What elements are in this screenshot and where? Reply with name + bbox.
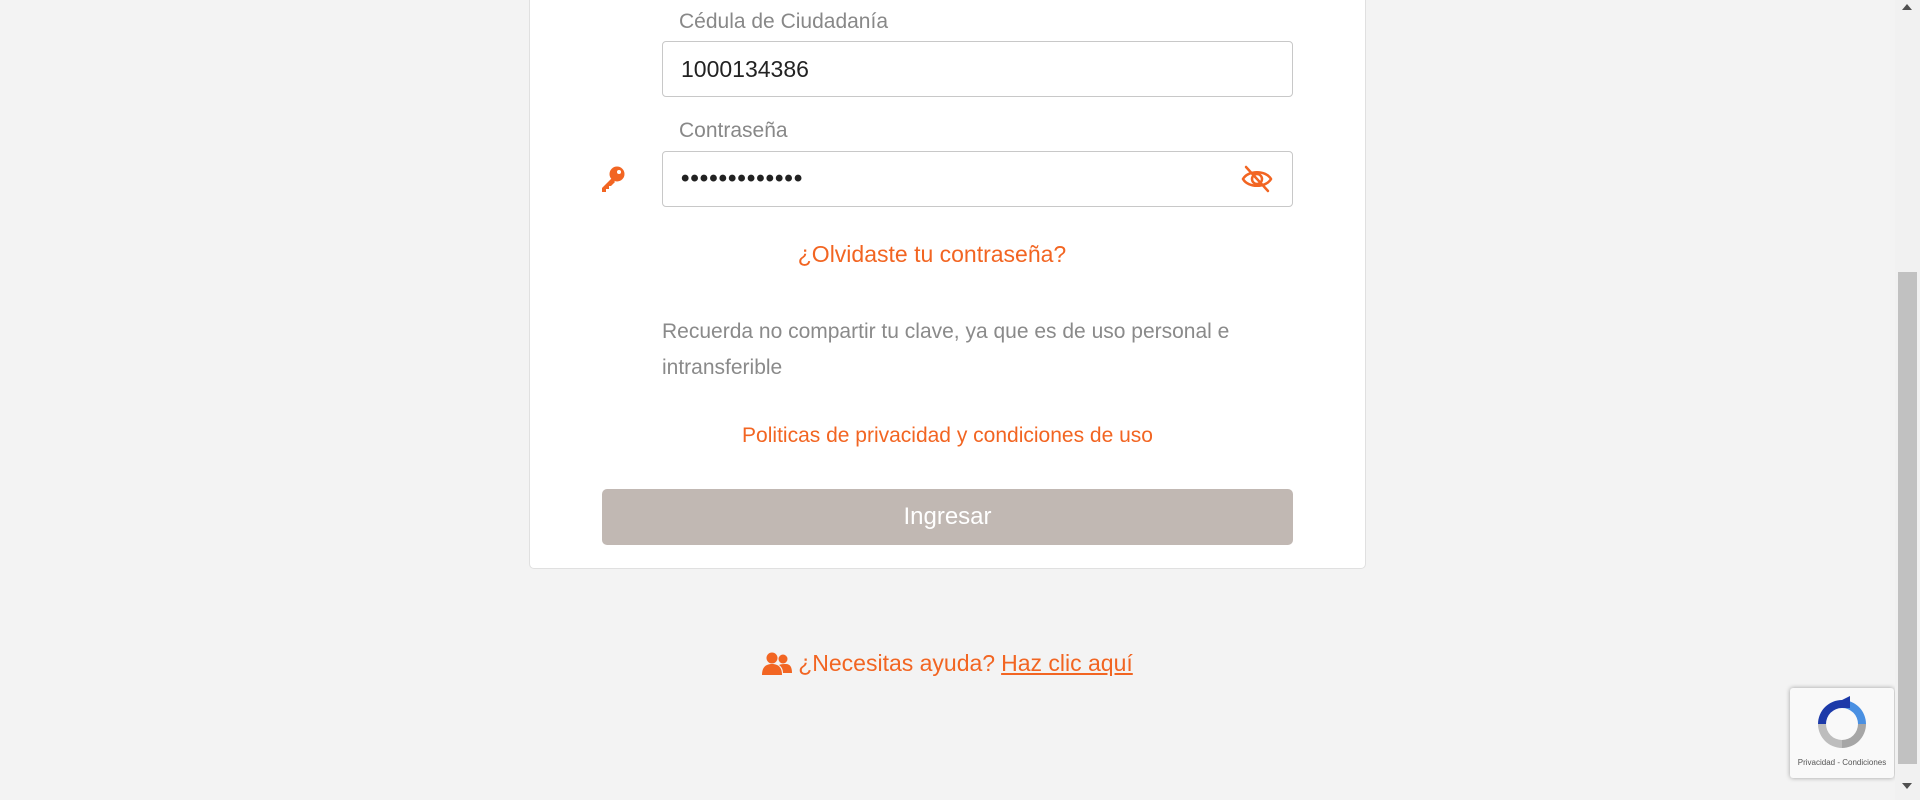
id-input-value: 1000134386 <box>681 55 809 82</box>
recaptcha-terms[interactable]: Privacidad - Condiciones <box>1790 758 1894 767</box>
scroll-up-icon[interactable] <box>1902 4 1912 10</box>
key-icon <box>602 166 625 192</box>
privacy-policy-link[interactable]: Politicas de privacidad y condiciones de… <box>602 424 1293 448</box>
password-input[interactable]: ••••••••••••• <box>662 151 1293 207</box>
scroll-thumb[interactable] <box>1898 272 1917 764</box>
users-icon <box>762 652 793 675</box>
scrollbar[interactable] <box>1895 0 1920 800</box>
help-prompt: ¿Necesitas ayuda? <box>798 650 996 676</box>
help-link[interactable]: Haz clic aquí <box>1001 650 1133 677</box>
recaptcha-logo-icon <box>1818 696 1866 748</box>
id-input[interactable]: 1000134386 <box>662 41 1293 97</box>
id-label: Cédula de Ciudadanía <box>679 10 888 33</box>
password-label: Contraseña <box>679 119 788 142</box>
help-row: ¿Necesitas ayuda? Haz clic aquí <box>0 650 1895 677</box>
security-notice: Recuerda no compartir tu clave, ya que e… <box>662 320 1230 379</box>
forgot-password-link[interactable]: ¿Olvidaste tu contraseña? <box>662 241 1202 268</box>
recaptcha-badge[interactable]: Privacidad - Condiciones <box>1790 688 1894 778</box>
login-button[interactable]: Ingresar <box>602 489 1293 545</box>
scroll-down-icon[interactable] <box>1902 783 1912 789</box>
password-input-value: ••••••••••••• <box>681 165 804 192</box>
eye-slash-icon[interactable] <box>1240 164 1274 194</box>
